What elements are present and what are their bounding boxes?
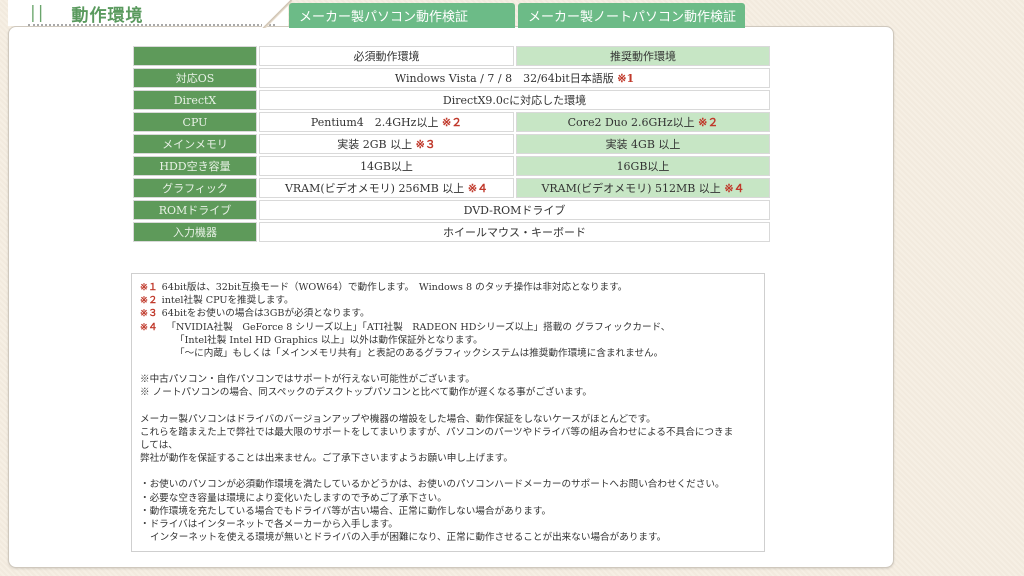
value-text: VRAM(ビデオメモリ) 512MB 以上: [541, 182, 721, 195]
section-header: || 動作環境: [8, 0, 288, 26]
value-text: Pentium4 2.4GHz以上: [310, 116, 439, 129]
page-title: || 動作環境: [30, 2, 144, 26]
row-label: HDD空き容量: [133, 156, 257, 176]
footnote-mark: ※４: [467, 182, 489, 195]
value-text: DVD-ROMドライブ: [463, 204, 566, 217]
header-required: 必須動作環境: [259, 46, 514, 66]
row-value-required: VRAM(ビデオメモリ) 256MB 以上 ※４: [259, 178, 514, 198]
bullet-note: ・必要な空き容量は環境により変化いたしますので予めご了承下さい。: [140, 492, 447, 504]
bullet-note: ・動作環境を充たしている場合でもドライバ等が古い場合、正常に動作しない場合があり…: [140, 505, 552, 517]
maker-note: しては、: [140, 440, 178, 452]
bullet-note: ・ドライバはインターネットで各メーカーから入手します。: [140, 519, 398, 531]
table-row: CPU Pentium4 2.4GHz以上 ※２ Core2 Duo 2.6GH…: [133, 112, 770, 132]
row-label: メインメモリ: [133, 134, 257, 154]
table-row: グラフィック VRAM(ビデオメモリ) 256MB 以上 ※４ VRAM(ビデオ…: [133, 178, 770, 198]
footnote-line: ※１ 64bit版は、32bit互換モード（WOW64）で動作します。 Windo…: [140, 281, 756, 294]
table-row: メインメモリ 実装 2GB 以上 ※３ 実装 4GB 以上: [133, 134, 770, 154]
table-row: HDD空き容量 14GB以上 16GB以上: [133, 156, 770, 176]
row-value-required: 14GB以上: [259, 156, 514, 176]
footnote-text: 「NVIDIA社製 GeForce 8 シリーズ以上」「ATI社製 RADEON…: [161, 321, 671, 333]
footnote-mark: ※４: [724, 182, 745, 195]
tab-corner-decoration: [262, 0, 292, 28]
value-text: Core2 Duo 2.6GHz以上: [567, 116, 695, 129]
value-text: 14GB以上: [360, 160, 413, 173]
footnote-mark: ※２: [698, 116, 719, 129]
pc-note: ※ ノートパソコンの場合、同スペックのデスクトップパソコンと比べて動作が遅くなる…: [140, 387, 592, 399]
footnote-continuation: 「Intel社製 Intel HD Graphics 以上」以外は動作保証外とな…: [175, 334, 483, 346]
bullet-note: ・お使いのパソコンが必須動作環境を満たしているかどうかは、お使いのパソコンハード…: [140, 479, 725, 491]
row-value-recommended: 実装 4GB 以上: [516, 134, 770, 154]
row-value-required: Pentium4 2.4GHz以上 ※２: [259, 112, 514, 132]
footnote-mark: ※1: [617, 72, 635, 85]
footnote-mark: ※２: [441, 116, 463, 129]
footnote-text: 64bit版は、32bit互換モード（WOW64）で動作します。 Windows…: [161, 282, 628, 293]
row-value-both: ホイールマウス・キーボード: [259, 222, 770, 242]
header-recommended: 推奨動作環境: [516, 46, 770, 66]
footnote-mark: ※２: [140, 295, 158, 307]
row-label: DirectX: [133, 90, 257, 110]
row-value-recommended: 16GB以上: [516, 156, 770, 176]
row-label: グラフィック: [133, 178, 257, 198]
row-label: ROMドライブ: [133, 200, 257, 220]
page-title-text: 動作環境: [71, 5, 144, 26]
row-value-recommended: Core2 Duo 2.6GHz以上 ※２: [516, 112, 770, 132]
row-label: CPU: [133, 112, 257, 132]
footnote-line: ※２ intel社製 CPUを推奨します。: [140, 294, 756, 307]
table-row: 対応OS Windows Vista / 7 / 8 32/64bit日本語版 …: [133, 68, 770, 88]
value-text: DirectX9.0cに対応した環境: [442, 94, 587, 107]
title-divider: [28, 24, 275, 26]
value-text: Windows Vista / 7 / 8 32/64bit日本語版: [394, 72, 614, 85]
maker-note: 弊社が動作を保証することは出来ません。ご了承下さいますようお願い申し上げます。: [140, 453, 513, 465]
value-text: 16GB以上: [616, 160, 670, 173]
value-text: VRAM(ビデオメモリ) 256MB 以上: [284, 182, 465, 195]
title-bars-icon: ||: [30, 3, 46, 23]
pc-note: ※中古パソコン・自作パソコンではサポートが行えない可能性がございます。: [140, 374, 475, 386]
notes-box: ※１ 64bit版は、32bit互換モード（WOW64）で動作します。 Windo…: [131, 273, 765, 552]
bullet-continuation: インターネットを使える環境が無いとドライバの入手が困難になり、正常に動作させるこ…: [150, 532, 667, 544]
table-row: ROMドライブ DVD-ROMドライブ: [133, 200, 770, 220]
spec-table: 必須動作環境 推奨動作環境 対応OS Windows Vista / 7 / 8…: [131, 44, 772, 244]
footnote-line: ※４ 「NVIDIA社製 GeForce 8 シリーズ以上」「ATI社製 RAD…: [140, 321, 756, 334]
tab-maker-pc-verification[interactable]: メーカー製パソコン動作検証: [289, 3, 515, 28]
row-value-required: 実装 2GB 以上 ※３: [259, 134, 514, 154]
footnote-mark: ※３: [140, 308, 158, 320]
value-text: 実装 2GB 以上: [337, 138, 413, 151]
value-text: ホイールマウス・キーボード: [443, 226, 586, 239]
row-value-both: Windows Vista / 7 / 8 32/64bit日本語版 ※1: [259, 68, 770, 88]
tab-maker-notebook-verification[interactable]: メーカー製ノートパソコン動作検証: [518, 3, 745, 28]
row-value-recommended: VRAM(ビデオメモリ) 512MB 以上 ※４: [516, 178, 770, 198]
row-value-both: DVD-ROMドライブ: [259, 200, 770, 220]
footnote-mark: ※１: [140, 282, 158, 293]
footnote-text: 64bitをお使いの場合は3GBが必須となります。: [161, 308, 370, 320]
maker-note: これらを踏まえた上で弊社では最大限のサポートをしてまいりますが、パソコンのパーツ…: [140, 426, 734, 438]
header-blank-cell: [133, 46, 257, 66]
row-value-both: DirectX9.0cに対応した環境: [259, 90, 770, 110]
maker-note: メーカー製パソコンはドライバのバージョンアップや機器の増設をした場合、動作保証を…: [140, 413, 656, 425]
footnote-mark: ※４: [140, 321, 158, 333]
footnote-line: ※３ 64bitをお使いの場合は3GBが必須となります。: [140, 307, 756, 320]
footnote-text: intel社製 CPUを推奨します。: [161, 295, 294, 307]
row-label: 入力機器: [133, 222, 257, 242]
table-row: 入力機器 ホイールマウス・キーボード: [133, 222, 770, 242]
footnote-continuation: 「～に内蔵」もしくは「メインメモリ共有」と表記のあるグラフィックシステムは推奨動…: [175, 348, 664, 360]
footnote-mark: ※３: [415, 138, 436, 151]
table-row: DirectX DirectX9.0cに対応した環境: [133, 90, 770, 110]
value-text: 実装 4GB 以上: [605, 138, 681, 151]
table-header-row: 必須動作環境 推奨動作環境: [133, 46, 770, 66]
row-label: 対応OS: [133, 68, 257, 88]
